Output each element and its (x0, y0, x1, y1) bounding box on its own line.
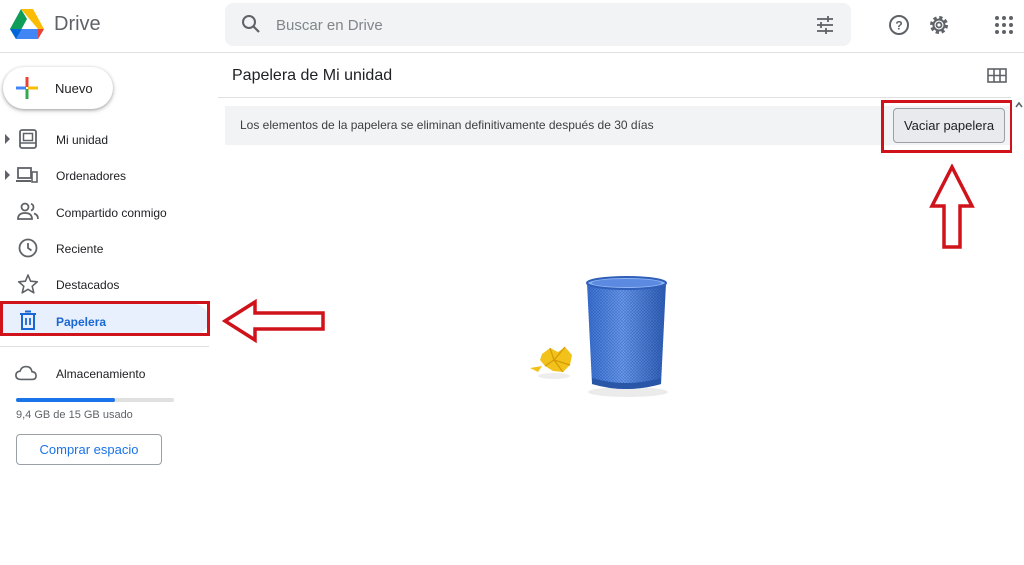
clock-icon (18, 238, 38, 258)
expand-arrow-icon[interactable] (4, 170, 12, 180)
search-icon[interactable] (241, 14, 261, 34)
cloud-icon (15, 365, 37, 381)
plus-icon (16, 77, 38, 99)
trash-info-text: Los elementos de la papelera se eliminan… (240, 118, 654, 132)
svg-text:?: ? (895, 19, 902, 33)
scroll-up-arrow-icon[interactable] (1014, 100, 1024, 110)
header-divider (218, 97, 1011, 98)
computers-icon (16, 167, 38, 183)
storage-progress-fill (16, 398, 116, 402)
sidebar-item-shared[interactable]: Compartido conmigo (56, 206, 167, 220)
sidebar-item-my-drive[interactable]: Mi unidad (56, 133, 108, 147)
page-title[interactable]: Papelera de Mi unidad (232, 67, 392, 85)
star-icon (17, 274, 39, 294)
scrollbar[interactable] (1012, 98, 1024, 565)
annotation-highlight-box (881, 100, 1013, 153)
shared-icon (17, 202, 39, 220)
storage-usage-text: 9,4 GB de 15 GB usado (16, 409, 133, 421)
my-drive-icon (19, 129, 37, 149)
drive-logo-icon[interactable] (10, 8, 44, 40)
buy-storage-button[interactable]: Comprar espacio (16, 434, 162, 465)
storage-label[interactable]: Almacenamiento (56, 367, 145, 381)
gear-icon[interactable] (927, 13, 951, 37)
search-options-icon[interactable] (814, 14, 836, 36)
sidebar-item-recent[interactable]: Reciente (56, 242, 103, 256)
app-title[interactable]: Drive (54, 13, 101, 36)
new-button-label: Nuevo (55, 81, 93, 96)
search-input[interactable] (276, 14, 776, 36)
sidebar-divider (0, 346, 209, 347)
grid-view-icon[interactable] (987, 67, 1007, 85)
sidebar-item-starred[interactable]: Destacados (56, 278, 119, 292)
empty-trash-illustration (530, 276, 668, 397)
annotation-arrow-up-icon (929, 164, 975, 249)
help-icon[interactable]: ? (887, 13, 911, 37)
sidebar-item-computers[interactable]: Ordenadores (56, 169, 126, 183)
annotation-arrow-left-icon (222, 299, 325, 343)
annotation-highlight-box (0, 301, 210, 336)
apps-grid-icon[interactable] (994, 15, 1014, 35)
expand-arrow-icon[interactable] (4, 134, 12, 144)
